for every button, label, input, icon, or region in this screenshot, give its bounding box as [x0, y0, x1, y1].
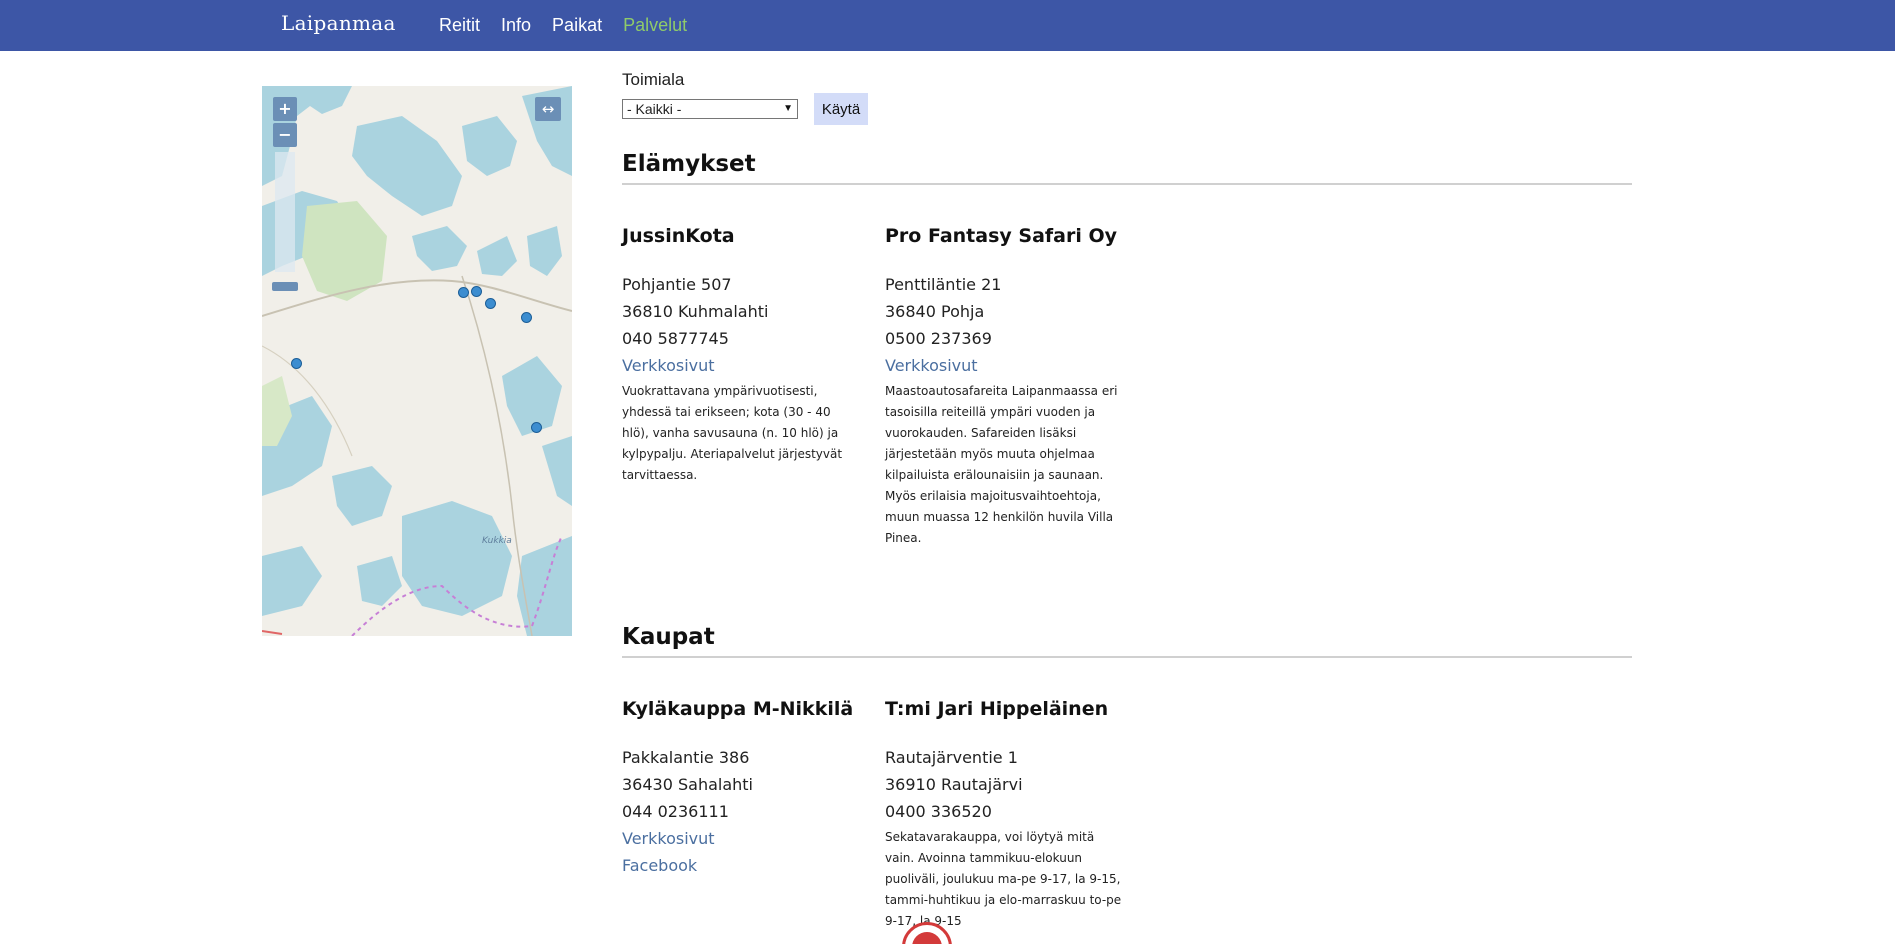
site-logo[interactable]: Laipanmaa — [281, 11, 396, 35]
chevron-down-icon: ▼ — [783, 103, 793, 114]
website-link[interactable]: Verkkosivut — [885, 352, 1123, 379]
service-postal: 36430 Sahalahti — [622, 775, 753, 794]
service-card: T:mi Jari Hippeläinen Rautajärventie 1 3… — [885, 698, 1123, 932]
service-card: Pro Fantasy Safari Oy Penttiläntie 21 36… — [885, 225, 1123, 549]
service-street: Penttiläntie 21 — [885, 275, 1002, 294]
service-phone: 040 5877745 — [622, 329, 729, 348]
nav-item-palvelut[interactable]: Palvelut — [623, 15, 687, 36]
service-street: Pakkalantie 386 — [622, 748, 750, 767]
service-description: Vuokrattavana ympärivuotisesti, yhdessä … — [622, 384, 843, 482]
map-marker[interactable] — [531, 422, 542, 433]
map-marker[interactable] — [291, 358, 302, 369]
services-content: Toimiala - Kaikki - ▼ Käytä Elämykset Ju… — [622, 70, 1632, 932]
zoom-slider-track[interactable] — [275, 152, 295, 272]
top-navbar: Laipanmaa Reitit Info Paikat Palvelut — [0, 0, 1895, 51]
map-marker[interactable] — [485, 298, 496, 309]
section-title-kaupat: Kaupat — [622, 624, 1632, 658]
service-name: T:mi Jari Hippeläinen — [885, 698, 1109, 720]
nav-item-info[interactable]: Info — [501, 15, 531, 36]
expand-map-icon[interactable]: ↔ — [535, 97, 561, 121]
main-nav: Reitit Info Paikat Palvelut — [439, 15, 687, 36]
section-cards: Kyläkauppa M-Nikkilä Pakkalantie 386 364… — [622, 698, 1632, 932]
service-postal: 36810 Kuhmalahti — [622, 302, 769, 321]
website-link[interactable]: Verkkosivut — [622, 825, 860, 852]
map-marker[interactable] — [458, 287, 469, 298]
industry-select-value: - Kaikki - — [627, 101, 682, 117]
nav-item-reitit[interactable]: Reitit — [439, 15, 480, 36]
service-postal: 36910 Rautajärvi — [885, 775, 1023, 794]
service-description: Sekatavarakauppa, voi löytyä mitä vain. … — [885, 830, 1122, 928]
service-phone: 044 0236111 — [622, 802, 729, 821]
nav-item-paikat[interactable]: Paikat — [552, 15, 602, 36]
service-postal: 36840 Pohja — [885, 302, 985, 321]
website-link[interactable]: Verkkosivut — [622, 352, 860, 379]
service-name: Kyläkauppa M-Nikkilä — [622, 698, 854, 720]
service-phone: 0500 237369 — [885, 329, 992, 348]
map-place-label: Kukkia — [482, 536, 512, 546]
zoom-out-button[interactable]: − — [273, 123, 297, 147]
filter-label: Toimiala — [622, 70, 685, 89]
map-marker[interactable] — [521, 312, 532, 323]
service-name: JussinKota — [622, 225, 735, 247]
filter-row: - Kaikki - ▼ Käytä — [622, 93, 1632, 125]
service-street: Pohjantie 507 — [622, 275, 732, 294]
service-street: Rautajärventie 1 — [885, 748, 1018, 767]
map-tiles — [262, 86, 572, 636]
industry-select[interactable]: - Kaikki - ▼ — [622, 99, 798, 119]
service-name: Pro Fantasy Safari Oy — [885, 225, 1118, 247]
zoom-slider-handle[interactable] — [272, 282, 298, 291]
service-card: JussinKota Pohjantie 507 36810 Kuhmalaht… — [622, 225, 860, 549]
map-marker[interactable] — [471, 286, 482, 297]
apply-button[interactable]: Käytä — [814, 93, 868, 125]
service-phone: 0400 336520 — [885, 802, 992, 821]
section-cards: JussinKota Pohjantie 507 36810 Kuhmalaht… — [622, 225, 1632, 549]
zoom-in-button[interactable]: + — [273, 97, 297, 121]
service-map[interactable]: + − ↔ Kukkia — [262, 86, 572, 636]
service-description: Maastoautosafareita Laipanmaassa eri tas… — [885, 384, 1118, 545]
section-title-elamykset: Elämykset — [622, 151, 1632, 185]
facebook-link[interactable]: Facebook — [622, 852, 860, 879]
service-card: Kyläkauppa M-Nikkilä Pakkalantie 386 364… — [622, 698, 860, 932]
arrow-up-icon — [912, 932, 942, 944]
